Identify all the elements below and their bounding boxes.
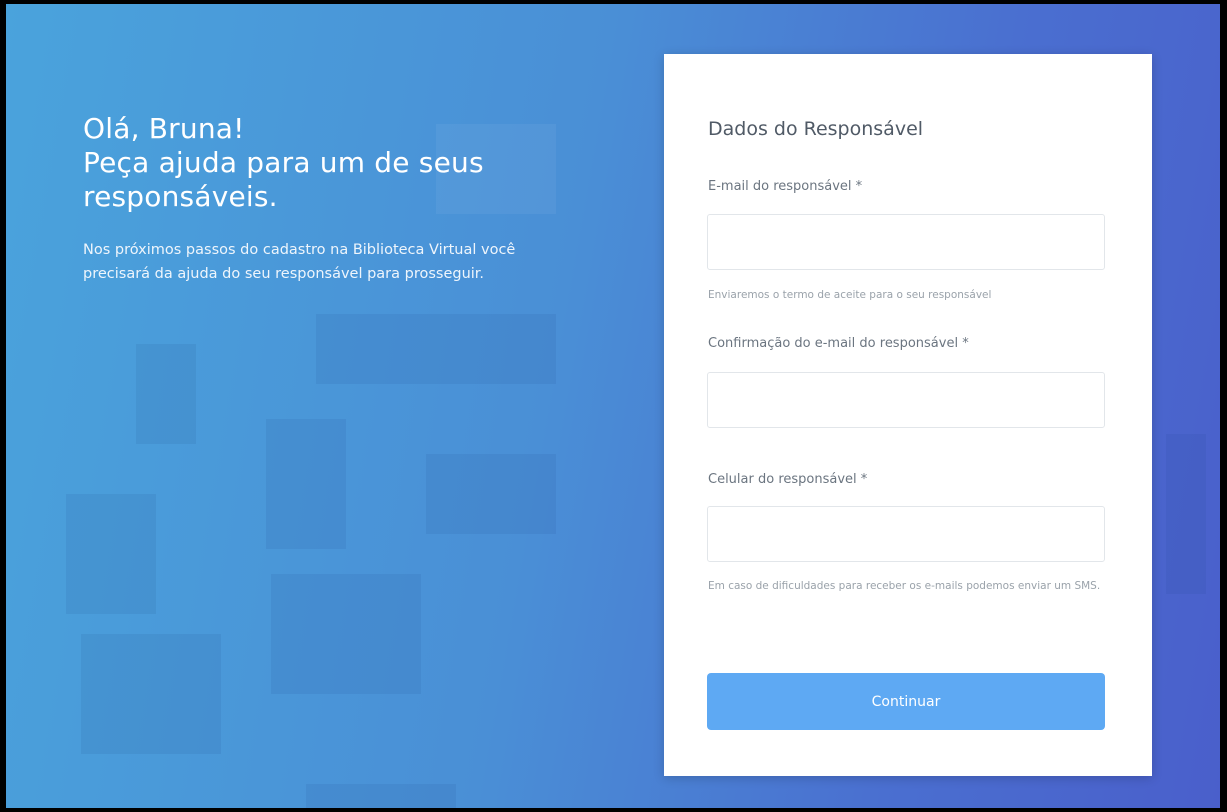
form-title: Dados do Responsável xyxy=(708,118,924,140)
background-bookshelf-decoration xyxy=(306,784,456,808)
page-background: Olá, Bruna! Peça ajuda para um de seus r… xyxy=(6,4,1220,808)
hero-section: Olá, Bruna! Peça ajuda para um de seus r… xyxy=(83,112,603,286)
guardian-email-hint: Enviaremos o termo de aceite para o seu … xyxy=(708,289,992,301)
continue-button[interactable]: Continuar xyxy=(707,673,1105,730)
hero-headline-line-2: Peça ajuda para um de seus xyxy=(83,146,484,179)
guardian-phone-input[interactable] xyxy=(707,506,1105,562)
guardian-phone-label: Celular do responsável * xyxy=(708,472,868,487)
hero-title: Olá, Bruna! Peça ajuda para um de seus r… xyxy=(83,112,603,214)
background-bookshelf-decoration xyxy=(66,494,156,614)
guardian-email-label: E-mail do responsável * xyxy=(708,179,863,194)
guardian-form-card: Dados do Responsável E-mail do responsáv… xyxy=(664,54,1152,776)
guardian-phone-hint: Em caso de dificuldades para receber os … xyxy=(708,580,1101,592)
hero-greeting: Olá, Bruna! xyxy=(83,112,245,145)
hero-headline-line-3: responsáveis. xyxy=(83,180,278,213)
background-bookshelf-decoration xyxy=(426,454,556,534)
background-bookshelf-decoration xyxy=(271,574,421,694)
guardian-email-input[interactable] xyxy=(707,214,1105,270)
background-bookshelf-decoration xyxy=(136,344,196,444)
background-bookshelf-decoration xyxy=(81,634,221,754)
background-bookshelf-decoration xyxy=(316,314,556,384)
hero-description: Nos próximos passos do cadastro na Bibli… xyxy=(83,242,516,282)
guardian-email-confirm-label: Confirmação do e-mail do responsável * xyxy=(708,336,969,351)
guardian-email-confirm-input[interactable] xyxy=(707,372,1105,428)
background-bookshelf-decoration xyxy=(1166,434,1206,594)
background-bookshelf-decoration xyxy=(266,419,346,549)
